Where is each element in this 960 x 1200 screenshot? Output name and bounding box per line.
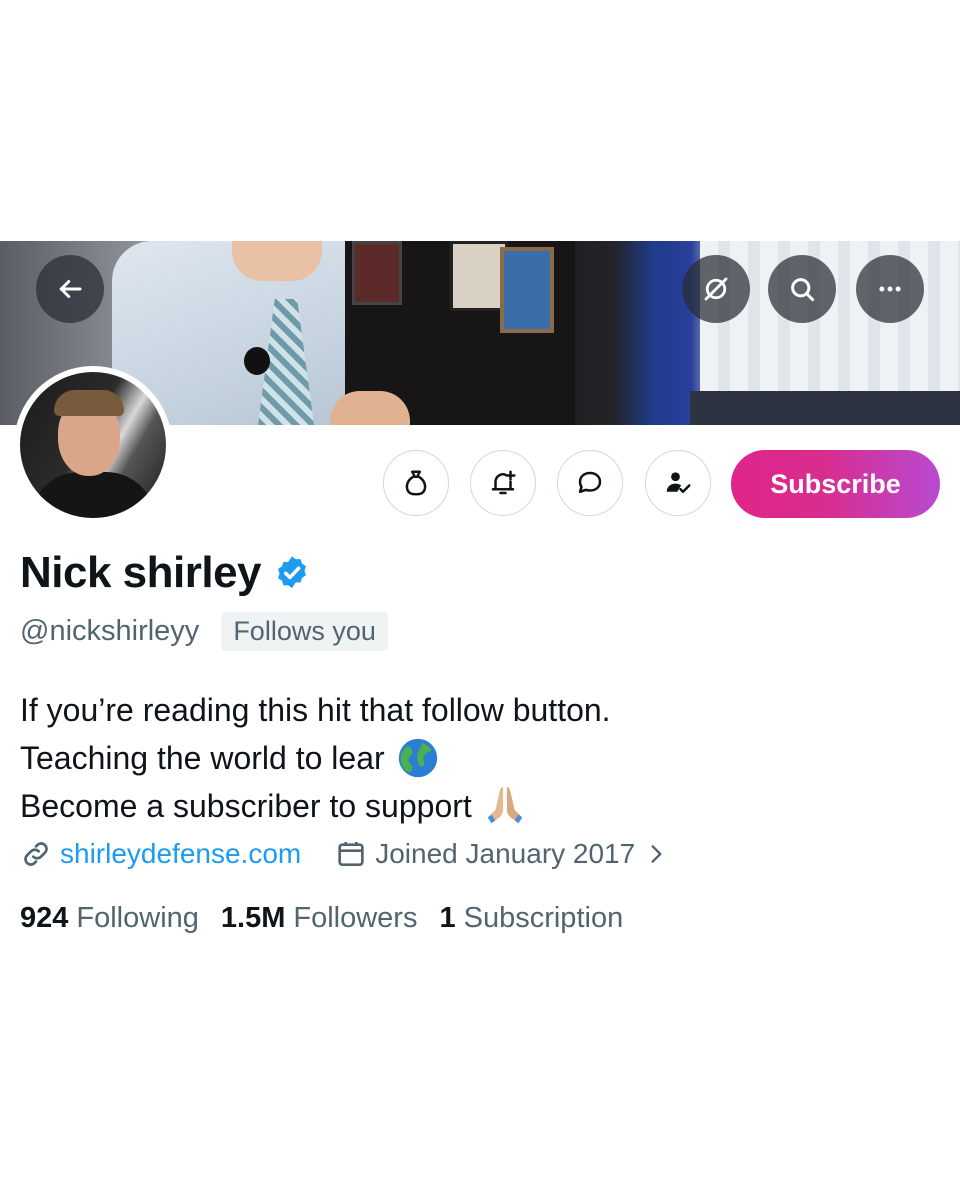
following-count: 924 [20, 902, 69, 934]
banner-hand [330, 391, 410, 425]
chevron-right-icon [651, 845, 662, 863]
banner-frame [352, 241, 402, 305]
followers-label: Followers [293, 902, 418, 934]
banner-desk [690, 391, 960, 425]
subscribe-button[interactable]: Subscribe [731, 450, 940, 518]
bio-line: If you’re reading this hit that follow b… [20, 686, 611, 734]
banner-neck [232, 241, 322, 281]
avatar-photo [20, 372, 166, 518]
bell-plus-icon [491, 470, 516, 495]
following-stat[interactable]: 924 Following [20, 902, 199, 935]
verified-badge-icon[interactable] [273, 554, 311, 592]
bio-line: Become a subscriber to support [20, 782, 611, 830]
bio-line-3: Become a subscriber to support [20, 788, 472, 824]
search-button[interactable] [768, 255, 836, 323]
following-button[interactable] [645, 450, 711, 516]
bio-line-2: Teaching the world to lear [20, 740, 385, 776]
avatar[interactable] [14, 366, 172, 524]
display-name: Nick shirley [20, 548, 262, 597]
back-button[interactable] [36, 255, 104, 323]
subscription-stat[interactable]: 1 Subscription [439, 902, 623, 935]
link-icon [24, 842, 48, 866]
grok-button[interactable] [682, 255, 750, 323]
subscription-label: Subscription [463, 902, 624, 934]
message-icon [578, 471, 602, 493]
search-icon [791, 278, 815, 302]
bio-line-1: If you’re reading this hit that follow b… [20, 692, 611, 728]
profile-bio: If you’re reading this hit that follow b… [20, 686, 611, 830]
followers-count: 1.5M [220, 902, 286, 934]
person-check-icon [666, 472, 691, 493]
tip-button[interactable] [383, 450, 449, 516]
profile-name-row: Nick shirley [20, 548, 311, 598]
notifications-button[interactable] [470, 450, 536, 516]
avatar-hair [54, 390, 124, 416]
more-button[interactable] [856, 255, 924, 323]
website-link[interactable]: shirleydefense.com [20, 838, 301, 870]
joined-date[interactable]: Joined January 2017 [335, 838, 669, 870]
follows-you-badge: Follows you [221, 612, 388, 651]
avatar-hoodie [30, 472, 156, 518]
grok-icon [704, 277, 728, 301]
profile-stats: 924 Following 1.5M Followers 1 Subscription [20, 902, 623, 935]
calendar-icon [338, 842, 364, 866]
profile-meta: shirleydefense.com Joined January 2017 [20, 838, 669, 870]
globe-emoji-icon [398, 738, 437, 778]
banner-microphone [244, 347, 270, 375]
money-bag-icon [405, 470, 427, 496]
handle-row: @nickshirleyy Follows you [20, 612, 388, 651]
message-button[interactable] [557, 450, 623, 516]
arrow-left-icon [59, 280, 82, 298]
more-icon [879, 286, 901, 292]
subscription-count: 1 [439, 902, 456, 934]
following-label: Following [76, 902, 199, 934]
bio-line: Teaching the world to lear [20, 734, 611, 782]
banner-frame [500, 247, 554, 333]
joined-text: Joined January 2017 [375, 838, 636, 869]
username-handle: @nickshirleyy [20, 615, 200, 647]
website-text[interactable]: shirleydefense.com [60, 838, 301, 870]
followers-stat[interactable]: 1.5M Followers [221, 902, 418, 935]
praying-hands-emoji-icon [487, 786, 523, 824]
